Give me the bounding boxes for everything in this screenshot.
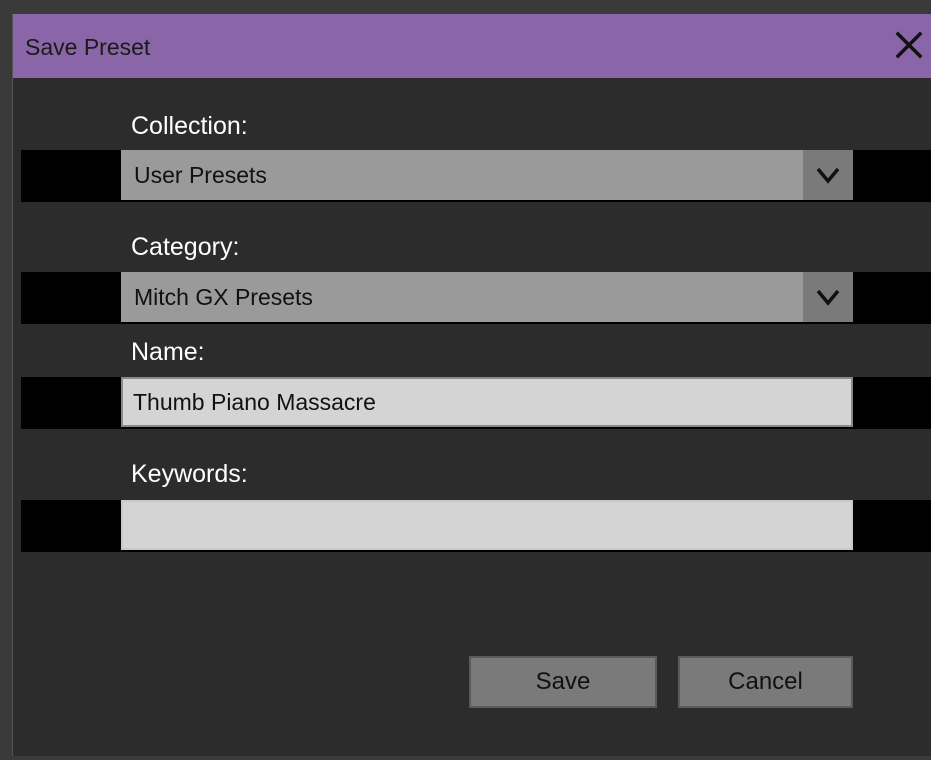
save-button[interactable]: Save: [469, 656, 657, 708]
category-dropdown-button[interactable]: [803, 272, 853, 322]
dialog-titlebar: Save Preset: [13, 14, 931, 78]
name-field[interactable]: [121, 377, 853, 427]
cancel-button[interactable]: Cancel: [678, 656, 853, 708]
chevron-down-icon: [803, 163, 853, 187]
category-selected-value: Mitch GX Presets: [134, 284, 313, 310]
collection-label: Collection:: [131, 112, 248, 140]
chevron-down-icon: [803, 285, 853, 309]
keywords-field[interactable]: [121, 500, 853, 550]
category-select[interactable]: Mitch GX Presets: [121, 272, 853, 322]
collection-dropdown-button[interactable]: [803, 150, 853, 200]
app-frame: Save Preset Collection: User Presets Cat…: [0, 0, 931, 760]
name-label: Name:: [131, 338, 205, 366]
save-preset-dialog: Save Preset Collection: User Presets Cat…: [12, 14, 931, 756]
keywords-label: Keywords:: [131, 460, 248, 488]
dialog-title: Save Preset: [25, 34, 151, 60]
collection-selected-value: User Presets: [134, 162, 267, 188]
collection-select[interactable]: User Presets: [121, 150, 853, 200]
category-label: Category:: [131, 233, 240, 261]
close-icon[interactable]: [892, 28, 926, 62]
